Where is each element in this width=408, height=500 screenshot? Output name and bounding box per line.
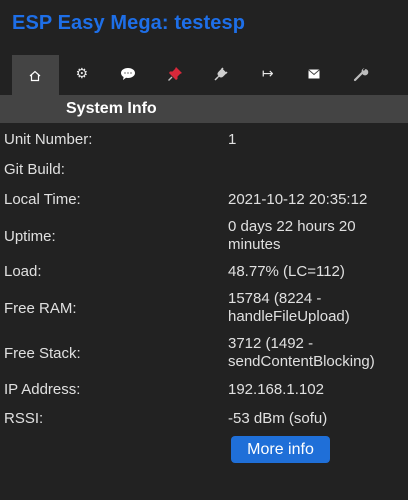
tab-controllers[interactable] [105, 55, 152, 91]
tab-tools[interactable] [338, 55, 385, 91]
envelope-icon [308, 68, 321, 79]
arrow-right-icon: ↦ [261, 65, 274, 81]
row-label: Free RAM: [4, 300, 77, 317]
row-value: 48.77% (LC=112) [228, 263, 345, 280]
row-value: 1 [228, 131, 237, 148]
tab-notifications[interactable] [291, 55, 338, 91]
wrench-icon [353, 66, 369, 82]
tab-rules[interactable]: ↦ [245, 55, 292, 91]
row-value: 192.168.1.102 [228, 381, 324, 398]
home-icon [29, 70, 41, 82]
gear-icon: ⚙ [75, 65, 89, 81]
row-value: 2021-10-12 20:35:12 [228, 191, 368, 208]
tab-devices[interactable] [198, 55, 245, 91]
row-label: Free Stack: [4, 345, 81, 362]
row-value: 0 days 22 hours 20 minutes [228, 218, 356, 253]
row-value: -53 dBm (sofu) [228, 410, 328, 427]
speech-bubble-icon [120, 67, 136, 81]
row-label: Unit Number: [4, 131, 93, 148]
tab-home[interactable] [12, 55, 59, 95]
tab-bar: ⚙ ↦ [12, 55, 384, 95]
row-label: Uptime: [4, 228, 56, 245]
section-title: System Info [66, 100, 157, 117]
pushpin-icon [167, 66, 183, 82]
row-label: Git Build: [4, 161, 65, 178]
row-label: IP Address: [4, 381, 81, 398]
tab-hardware[interactable] [152, 55, 199, 91]
page-title: ESP Easy Mega: testesp [12, 12, 246, 34]
row-label: Load: [4, 263, 42, 280]
row-label: RSSI: [4, 410, 44, 427]
row-label: Local Time: [4, 191, 81, 208]
row-value: 15784 (8224 - handleFileUpload) [228, 290, 350, 325]
plug-icon [213, 66, 229, 82]
more-info-button[interactable]: More info [231, 436, 330, 463]
tab-config[interactable]: ⚙ [59, 55, 106, 91]
row-value: 3712 (1492 - sendContentBlocking) [228, 335, 375, 370]
section-header: System Info [0, 95, 408, 123]
